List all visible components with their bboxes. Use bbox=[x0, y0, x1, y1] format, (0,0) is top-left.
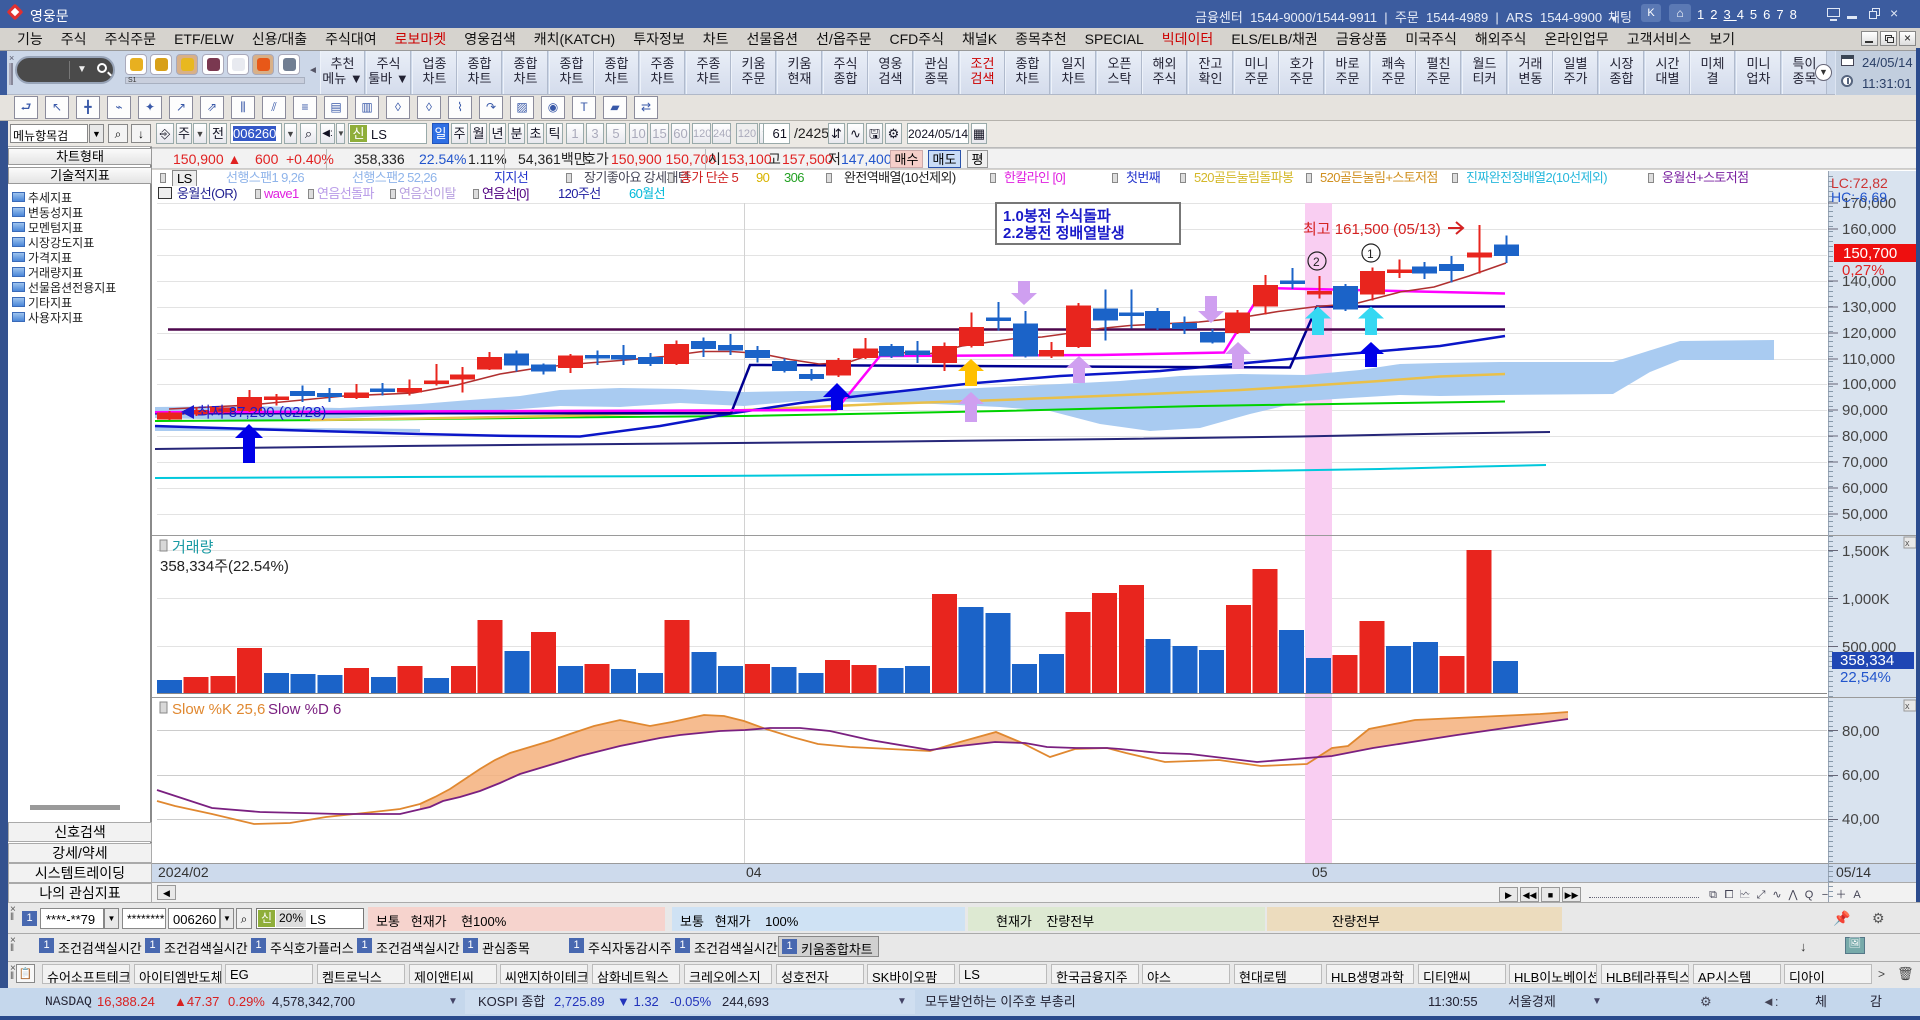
svg-text:x: x bbox=[1905, 538, 1910, 548]
svg-text:120,000: 120,000 bbox=[1842, 325, 1896, 342]
svg-text:22,54%: 22,54% bbox=[1840, 669, 1891, 686]
svg-text:2024/02: 2024/02 bbox=[158, 864, 209, 880]
svg-text:358,334: 358,334 bbox=[1840, 652, 1894, 669]
svg-text:05: 05 bbox=[1312, 864, 1328, 880]
svg-text:05/14: 05/14 bbox=[1836, 864, 1871, 880]
svg-text:80,000: 80,000 bbox=[1842, 428, 1888, 445]
svg-text:358,334주(22.54%): 358,334주(22.54%) bbox=[160, 558, 289, 575]
svg-text:150,700: 150,700 bbox=[1843, 245, 1897, 262]
svg-text:90,000: 90,000 bbox=[1842, 402, 1888, 419]
svg-text:80,00: 80,00 bbox=[1842, 723, 1880, 740]
svg-text:HC:-6,69: HC:-6,69 bbox=[1831, 189, 1887, 205]
svg-text:최고 161,500 (05/13): 최고 161,500 (05/13) bbox=[1303, 221, 1441, 238]
svg-text:2.2봉전 정배열발생: 2.2봉전 정배열발생 bbox=[1003, 224, 1125, 242]
svg-text:50,000: 50,000 bbox=[1842, 506, 1888, 523]
svg-text:1,000K: 1,000K bbox=[1842, 591, 1890, 608]
svg-text:최저 87,200 (02/28): 최저 87,200 (02/28) bbox=[197, 404, 326, 421]
svg-text:04: 04 bbox=[746, 864, 762, 880]
svg-text:1.0봉전 수식돌파: 1.0봉전 수식돌파 bbox=[1003, 208, 1111, 225]
svg-text:Slow %K 25,6: Slow %K 25,6 bbox=[172, 701, 265, 718]
svg-text:x: x bbox=[1905, 701, 1910, 711]
svg-text:40,00: 40,00 bbox=[1842, 811, 1880, 828]
svg-text:60,00: 60,00 bbox=[1842, 767, 1880, 784]
svg-text:2: 2 bbox=[1313, 255, 1320, 269]
svg-text:160,000: 160,000 bbox=[1842, 221, 1896, 238]
svg-text:70,000: 70,000 bbox=[1842, 454, 1888, 471]
svg-text:100,000: 100,000 bbox=[1842, 376, 1896, 393]
svg-text:Slow %D 6: Slow %D 6 bbox=[268, 701, 341, 718]
svg-text:130,000: 130,000 bbox=[1842, 299, 1896, 316]
svg-text:110,000: 110,000 bbox=[1842, 351, 1895, 368]
svg-text:거래량: 거래량 bbox=[172, 539, 214, 556]
svg-text:0,27%: 0,27% bbox=[1842, 262, 1885, 279]
svg-text:60,000: 60,000 bbox=[1842, 480, 1888, 497]
svg-text:1: 1 bbox=[1367, 247, 1374, 261]
svg-text:1,500K: 1,500K bbox=[1842, 543, 1890, 560]
